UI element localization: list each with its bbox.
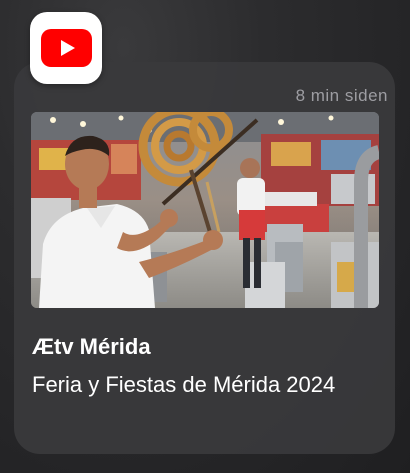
video-title: Feria y Fiestas de Mérida 2024 bbox=[32, 372, 336, 397]
channel-name: Ætv Mérida bbox=[32, 334, 151, 359]
video-thumbnail[interactable] bbox=[31, 112, 379, 308]
youtube-app-icon[interactable] bbox=[30, 12, 102, 84]
video-thumbnail-image bbox=[31, 112, 379, 308]
youtube-icon bbox=[41, 29, 92, 67]
notification-timestamp: 8 min siden bbox=[295, 86, 388, 105]
